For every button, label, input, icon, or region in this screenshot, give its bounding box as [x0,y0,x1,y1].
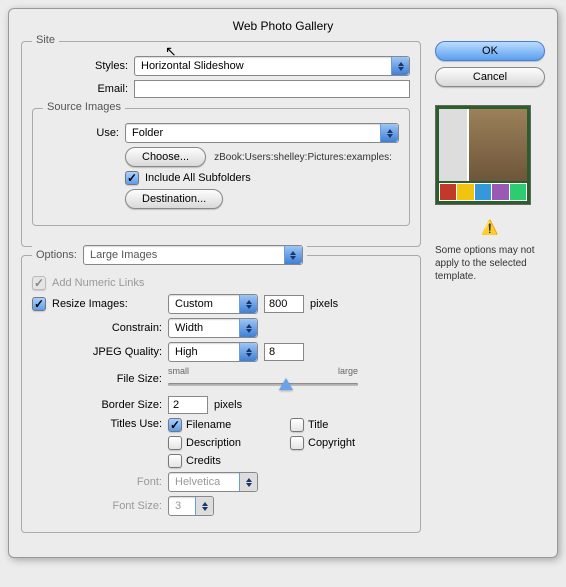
resize-label: Resize Images: [52,298,162,310]
fontsize-label: Font Size: [32,500,162,512]
border-pixels-label: pixels [214,399,242,411]
quality-num-field[interactable] [264,343,304,361]
title-checkbox[interactable] [290,418,304,432]
destination-button[interactable]: Destination... [125,189,223,209]
copyright-label: Copyright [308,437,355,449]
titles-label: Titles Use: [32,418,162,430]
copyright-checkbox[interactable] [290,436,304,450]
use-select[interactable]: Folder [125,123,399,143]
resize-value: Custom [175,298,213,310]
credits-label: Credits [186,455,221,467]
gallery-preview [435,105,531,205]
credits-checkbox[interactable] [168,454,182,468]
include-subfolders-label: Include All Subfolders [145,172,251,184]
font-label: Font: [32,476,162,488]
site-legend: Site [32,34,59,46]
dropdown-arrows-icon [195,497,213,515]
options-value: Large Images [90,249,157,261]
preview-strip [439,183,527,201]
dropdown-arrows-icon [380,124,398,142]
preview-photo [469,109,527,181]
source-path: zBook:Users:shelley:Pictures:examples: [214,152,392,163]
options-select[interactable]: Large Images [83,245,303,265]
resize-select[interactable]: Custom [168,294,258,314]
description-label: Description [186,437,241,449]
styles-value: Horizontal Slideshow [141,60,244,72]
font-select: Helvetica [168,472,258,492]
slider-small-label: small [168,366,189,376]
slider-large-label: large [338,366,358,376]
slider-track [168,383,358,386]
border-label: Border Size: [32,399,162,411]
add-numeric-label: Add Numeric Links [52,277,144,289]
site-group: Site Styles: Horizontal Slideshow Email:… [21,41,421,247]
filesize-slider[interactable] [168,376,358,392]
pixels-label: pixels [310,298,338,310]
quality-select[interactable]: High [168,342,258,362]
dropdown-arrows-icon [239,473,257,491]
fontsize-value: 3 [175,500,181,512]
ok-button[interactable]: OK [435,41,545,61]
description-checkbox[interactable] [168,436,182,450]
filesize-label: File Size: [32,373,162,385]
source-legend: Source Images [43,101,125,113]
email-field[interactable] [134,80,410,98]
use-value: Folder [132,127,163,139]
resize-checkbox[interactable] [32,297,46,311]
source-group: Source Images Use: Folder Choose... zBoo… [32,108,410,226]
fontsize-select: 3 [168,496,214,516]
dropdown-arrows-icon [391,57,409,75]
warning-icon: ⚠️ [435,219,545,236]
styles-label: Styles: [32,60,128,72]
font-value: Helvetica [175,476,220,488]
add-numeric-checkbox [32,276,46,290]
constrain-select[interactable]: Width [168,318,258,338]
email-label: Email: [32,83,128,95]
filename-checkbox[interactable] [168,418,182,432]
window-title: Web Photo Gallery [21,19,545,33]
styles-select[interactable]: Horizontal Slideshow [134,56,410,76]
title-label: Title [308,419,328,431]
preview-main [439,109,527,181]
include-subfolders-checkbox[interactable] [125,171,139,185]
cancel-button[interactable]: Cancel [435,67,545,87]
constrain-value: Width [175,322,203,334]
dropdown-arrows-icon [284,246,302,264]
use-label: Use: [43,127,119,139]
dropdown-arrows-icon [239,343,257,361]
dropdown-arrows-icon [239,319,257,337]
constrain-label: Constrain: [32,322,162,334]
quality-label: JPEG Quality: [32,346,162,358]
warning-text: Some options may not apply to the select… [435,244,545,283]
dropdown-arrows-icon [239,295,257,313]
border-field[interactable] [168,396,208,414]
resize-px-field[interactable] [264,295,304,313]
preview-thumb [439,109,467,181]
options-label: Options: [36,249,77,261]
choose-button[interactable]: Choose... [125,147,206,167]
filename-label: Filename [186,419,231,431]
slider-thumb-icon[interactable] [279,378,293,390]
quality-value: High [175,346,198,358]
options-group: Options: Large Images Add Numeric Links … [21,255,421,533]
